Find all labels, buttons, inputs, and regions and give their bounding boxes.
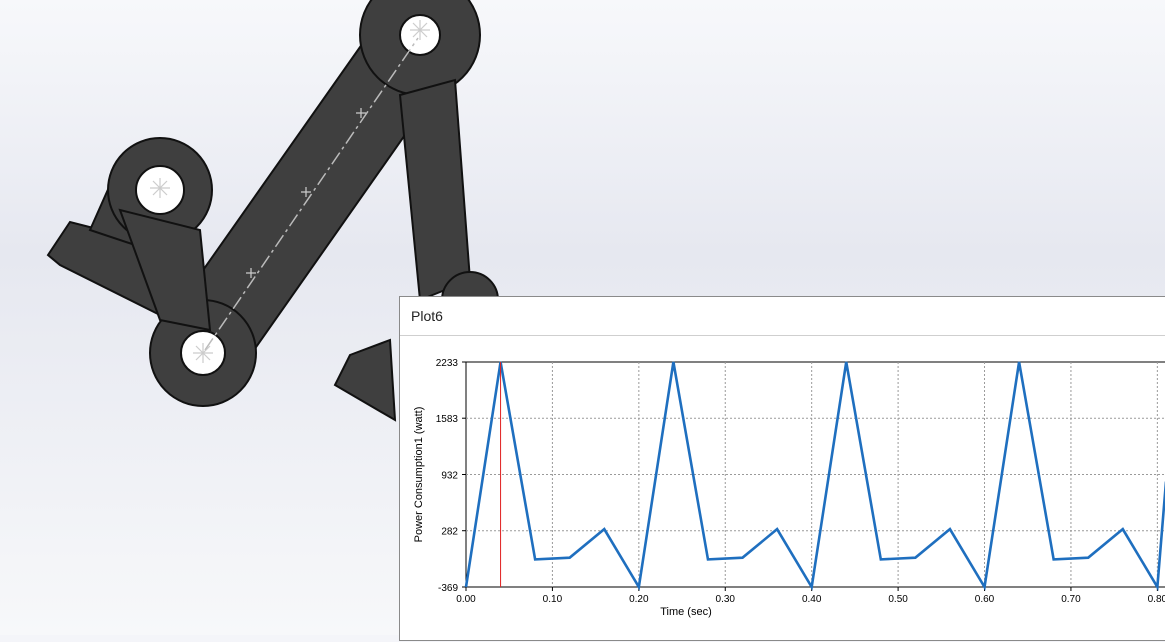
y-tick-label: 1583 bbox=[436, 414, 459, 425]
right-rocker bbox=[398, 78, 472, 302]
x-axis-label: Time (sec) bbox=[660, 606, 712, 618]
plot-title: Plot6 bbox=[411, 308, 443, 324]
power-consumption-chart: -369 282 932 1583 2233 0.00 0.10 0.20 0.30 0.40 0.… bbox=[413, 358, 1165, 618]
y-tick-label: 2233 bbox=[436, 358, 459, 369]
plot-titlebar[interactable]: Plot6 bbox=[400, 297, 1165, 336]
right-base bbox=[333, 338, 397, 422]
x-tick-label: 0.00 bbox=[456, 594, 476, 605]
x-tick-label: 0.70 bbox=[1061, 594, 1081, 605]
x-tick-label: 0.50 bbox=[888, 594, 908, 605]
x-tick-label: 0.80 bbox=[1148, 594, 1165, 605]
x-tick-label: 0.10 bbox=[543, 594, 563, 605]
plot-window[interactable]: Plot6 -369 282 932 1583 2233 0.00 0.10 0.20 0.30… bbox=[399, 296, 1165, 641]
x-tick-label: 0.30 bbox=[716, 594, 736, 605]
y-axis-label: Power Consumption1 (watt) bbox=[413, 407, 425, 543]
x-tick-label: 0.20 bbox=[629, 594, 649, 605]
y-tick-label: 932 bbox=[441, 471, 458, 482]
y-tick-label: -369 bbox=[438, 583, 458, 594]
x-tick-label: 0.60 bbox=[975, 594, 995, 605]
x-tick-label: 0.40 bbox=[802, 594, 822, 605]
y-tick-label: 282 bbox=[441, 527, 458, 538]
